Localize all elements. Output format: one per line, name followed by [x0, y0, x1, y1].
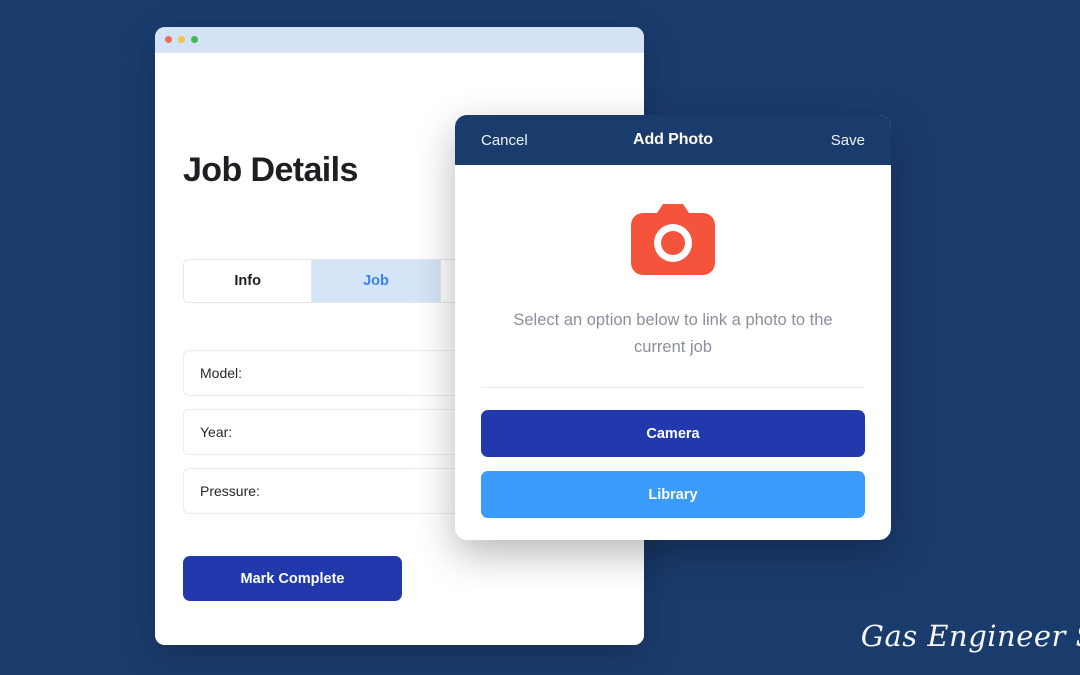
traffic-light-close-icon[interactable] — [165, 36, 172, 43]
camera-option-button[interactable]: Camera — [481, 410, 865, 458]
camera-icon — [631, 204, 715, 275]
traffic-light-minimize-icon[interactable] — [178, 36, 185, 43]
tab-job[interactable]: Job — [312, 260, 441, 302]
modal-description: Select an option below to link a photo t… — [513, 311, 833, 357]
tab-info[interactable]: Info — [184, 260, 313, 302]
modal-body: Select an option below to link a photo t… — [455, 165, 891, 540]
brand-watermark: Gas Engineer S — [860, 619, 1080, 653]
library-option-button[interactable]: Library — [481, 471, 865, 519]
modal-header: Cancel Add Photo Save — [455, 115, 891, 165]
camera-icon-wrapper — [481, 203, 865, 279]
modal-title: Add Photo — [633, 131, 713, 148]
add-photo-modal: Cancel Add Photo Save Select an option b… — [455, 115, 891, 541]
traffic-light-maximize-icon[interactable] — [191, 36, 198, 43]
modal-divider — [481, 387, 865, 389]
mark-complete-button[interactable]: Mark Complete — [183, 556, 402, 601]
save-button[interactable]: Save — [809, 132, 865, 149]
cancel-button[interactable]: Cancel — [481, 132, 537, 149]
browser-titlebar — [155, 27, 644, 53]
